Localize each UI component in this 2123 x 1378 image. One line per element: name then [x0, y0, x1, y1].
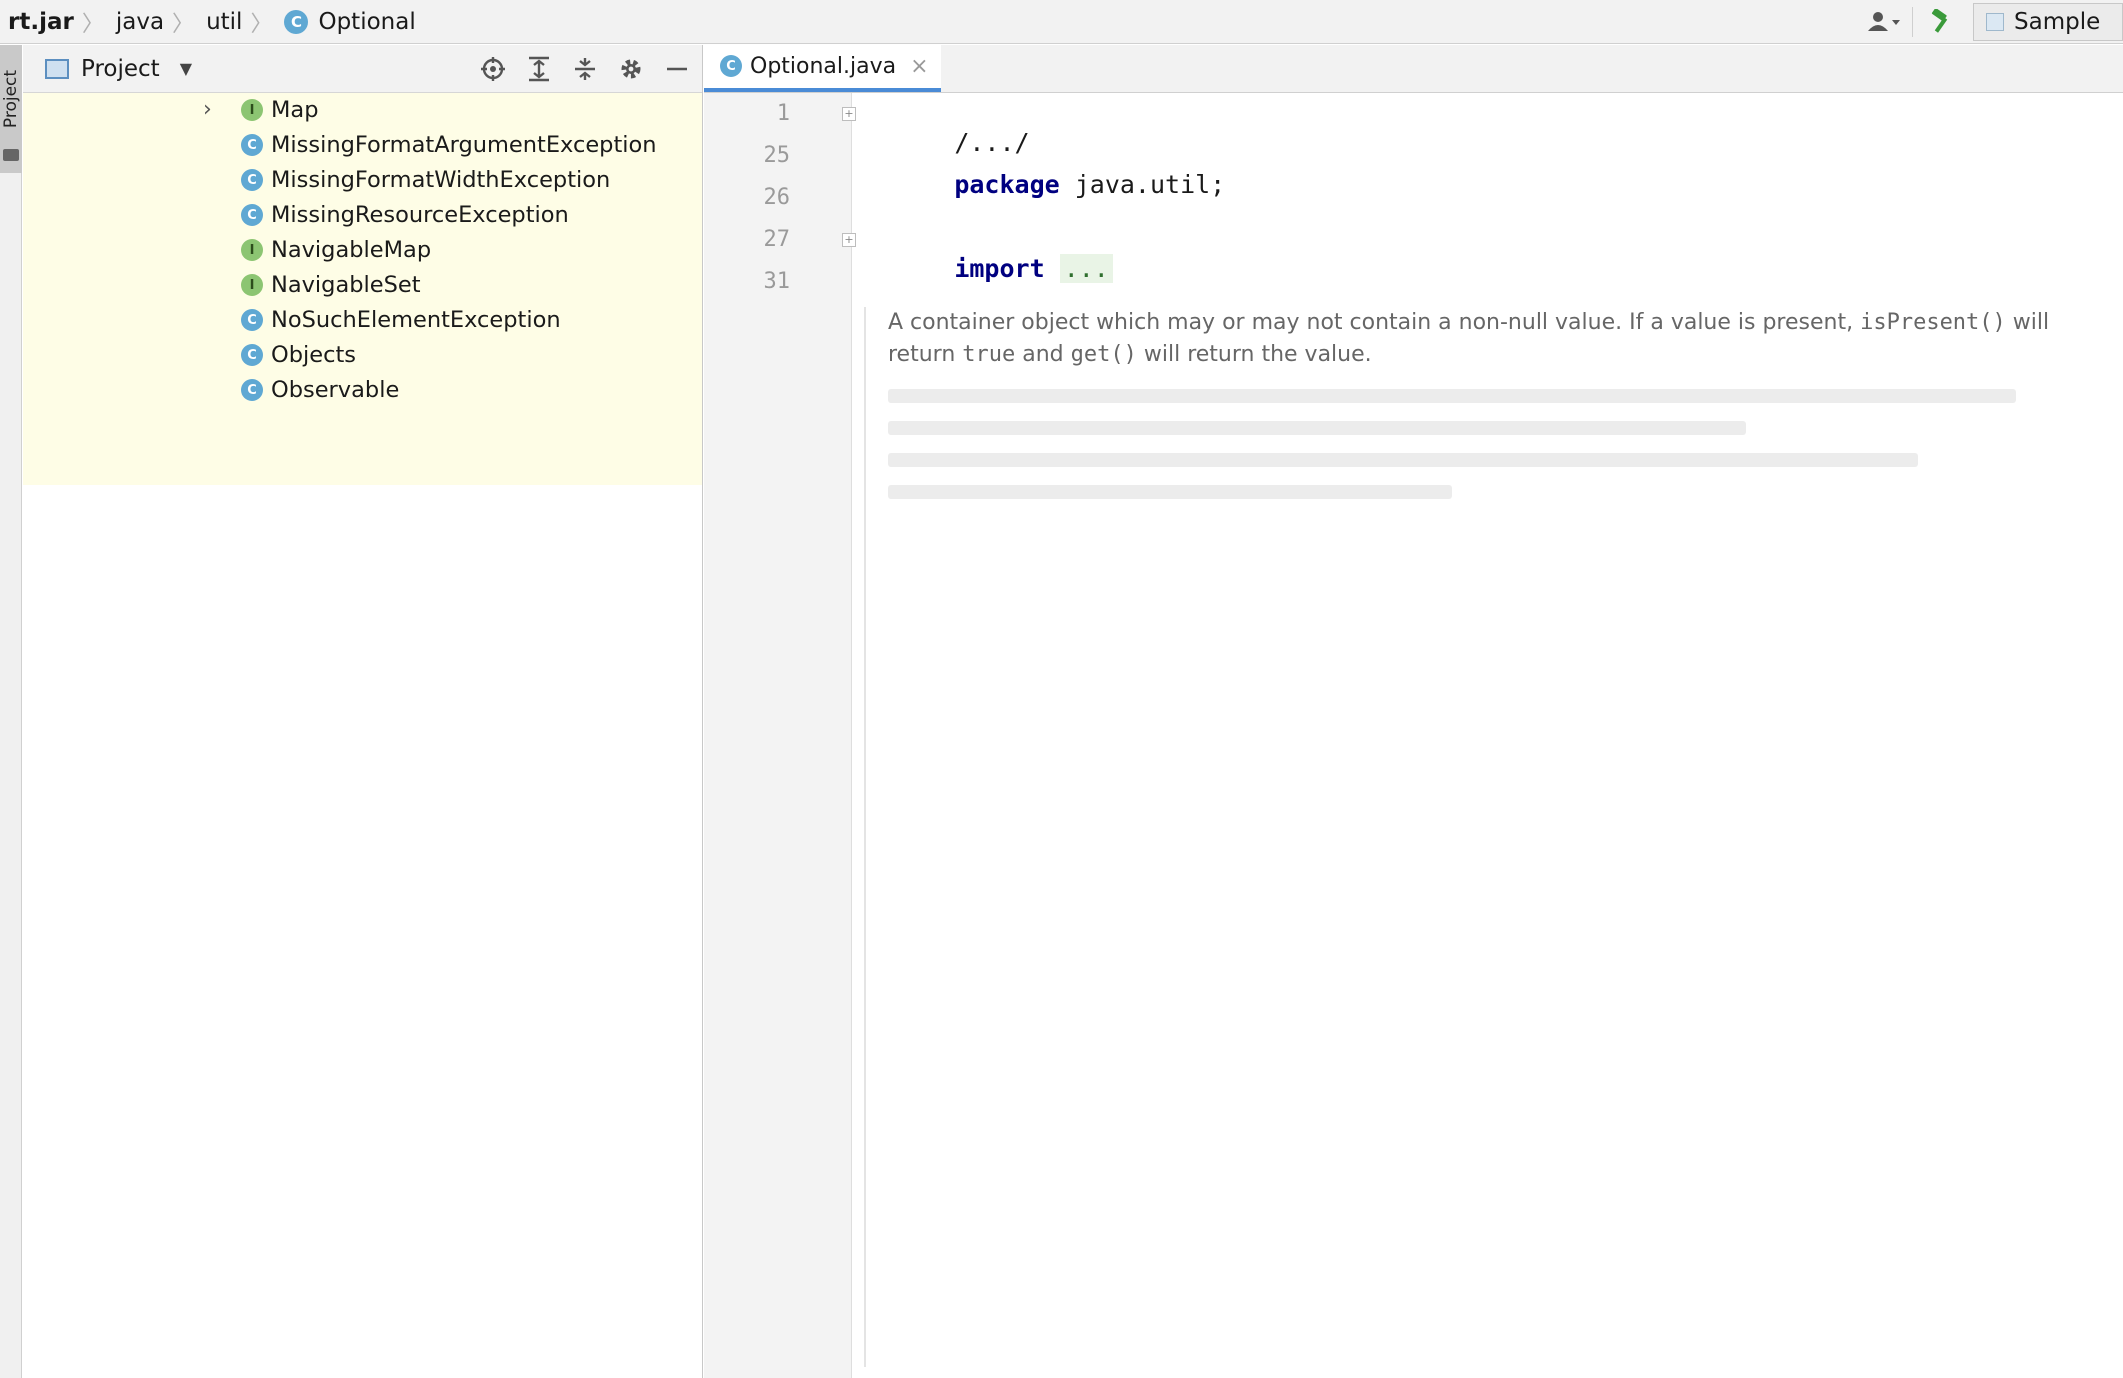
javadoc-code: true — [962, 342, 1016, 367]
illegible-line — [888, 421, 1747, 435]
collapse-all-icon[interactable] — [570, 54, 600, 84]
interface-icon: I — [241, 99, 263, 121]
javadoc-fragment: A container object which may or may not … — [888, 310, 1861, 335]
class-icon: C — [241, 204, 263, 226]
line-number: 1 — [776, 101, 790, 126]
line-number-gutter[interactable]: 1 25 26 27 31 + + — [704, 93, 856, 1378]
project-panel: Project ▼ › I Map C MissingFormatArgumen… — [23, 45, 703, 1378]
chevron-right-icon: 〉 — [172, 11, 195, 37]
javadoc-text: A container object which may or may not … — [888, 307, 2114, 371]
fold-toggle-icon[interactable]: + — [842, 233, 856, 247]
tree-item-label: MissingFormatWidthException — [271, 167, 611, 193]
javadoc-fragment: and — [1015, 342, 1071, 367]
tree-item[interactable]: C MissingFormatArgumentException — [23, 128, 702, 163]
line-number: 27 — [763, 227, 791, 252]
tree-item[interactable]: I NavigableMap — [23, 233, 702, 268]
interface-icon: I — [241, 239, 263, 261]
tree-item[interactable]: C NoSuchElementException — [23, 303, 702, 338]
breadcrumb-label: java — [115, 8, 165, 35]
project-stripe-label: Project — [1, 69, 21, 129]
class-icon: C — [241, 169, 263, 191]
tree-item-label: MissingFormatArgumentException — [271, 132, 657, 158]
class-icon: C — [241, 309, 263, 331]
line-number: 31 — [763, 269, 791, 294]
breadcrumb-label: Optional — [318, 8, 416, 35]
breadcrumb-label: util — [206, 8, 243, 35]
keyword: package — [954, 170, 1060, 199]
code-editor: C Optional.java × 1 25 26 27 31 + + /...… — [704, 45, 2123, 1378]
class-icon: C — [241, 134, 263, 156]
expand-all-icon[interactable] — [524, 54, 554, 84]
tree-item-label: Observable — [271, 377, 400, 403]
class-icon: C — [284, 9, 309, 34]
navigation-bar: rt.jar 〉 java 〉 util 〉 C Optional Sample — [0, 0, 2123, 44]
project-tree: › I Map C MissingFormatArgumentException… — [23, 93, 702, 485]
tree-item[interactable]: › I Map — [23, 93, 702, 128]
class-icon: C — [720, 55, 742, 77]
tree-item[interactable]: C MissingFormatWidthException — [23, 163, 702, 198]
chevron-right-icon: 〉 — [81, 11, 104, 37]
code-line: package java.util; — [864, 141, 1225, 228]
tab-optional-java[interactable]: C Optional.java × — [704, 45, 941, 92]
breadcrumb-item[interactable]: util 〉 — [202, 0, 280, 44]
gear-icon[interactable] — [616, 54, 646, 84]
chevron-right-icon[interactable]: › — [203, 97, 212, 122]
project-view-icon — [45, 58, 69, 79]
hammer-icon[interactable] — [1921, 0, 1961, 44]
line-number: 25 — [763, 143, 791, 168]
javadoc-fragment: will return the value. — [1136, 342, 1372, 367]
tree-item-label: NavigableSet — [271, 272, 421, 298]
folder-icon — [3, 149, 19, 161]
chevron-right-icon: 〉 — [250, 11, 273, 37]
class-icon: C — [241, 379, 263, 401]
minimize-icon[interactable] — [662, 54, 692, 84]
illegible-line — [888, 389, 2016, 403]
javadoc-code: isPresent() — [1860, 310, 2006, 335]
editor-tab-bar: C Optional.java × — [704, 45, 2123, 93]
fold-toggle-icon[interactable]: + — [842, 107, 856, 121]
tab-label: Optional.java — [750, 53, 897, 79]
project-tool-window-button[interactable]: Project — [0, 45, 22, 173]
tree-item-label: MissingResourceException — [271, 202, 569, 228]
class-icon: C — [241, 344, 263, 366]
illegible-line — [888, 453, 1918, 467]
tree-item[interactable]: C Observable — [23, 373, 702, 408]
tree-item-label: Map — [271, 97, 319, 123]
breadcrumb-item[interactable]: C Optional — [280, 0, 419, 44]
tree-item[interactable]: C MissingResourceException — [23, 198, 702, 233]
folded-imports[interactable]: ... — [1059, 254, 1113, 283]
tree-item[interactable]: C Objects — [23, 338, 702, 373]
locate-icon[interactable] — [478, 54, 508, 84]
javadoc-code: get() — [1070, 342, 1137, 367]
toolbar-right: Sample — [1864, 0, 2123, 44]
project-panel-title[interactable]: Project — [81, 56, 160, 82]
user-icon[interactable] — [1864, 0, 1904, 44]
rendered-javadoc: A container object which may or may not … — [864, 307, 2114, 1367]
line-number: 26 — [763, 185, 791, 210]
breadcrumb-label: rt.jar — [8, 8, 74, 35]
tree-item-label: Objects — [271, 342, 357, 368]
breadcrumb-item[interactable]: rt.jar 〉 — [0, 0, 112, 44]
tree-item[interactable]: I NavigableSet — [23, 268, 702, 303]
tree-item-label: NoSuchElementException — [271, 307, 561, 333]
toolbar-separator — [1912, 7, 1913, 37]
close-icon[interactable]: × — [910, 54, 928, 79]
project-panel-header: Project ▼ — [23, 45, 702, 93]
interface-icon: I — [241, 274, 263, 296]
illegible-line — [888, 485, 1452, 499]
chevron-down-icon[interactable]: ▼ — [180, 59, 192, 78]
code-line: import ... — [864, 225, 1113, 312]
keyword: import — [954, 254, 1045, 283]
breadcrumb-item[interactable]: java 〉 — [112, 0, 202, 44]
run-configuration-dropdown[interactable]: Sample — [1973, 3, 2123, 41]
run-configuration-label: Sample — [2014, 9, 2101, 35]
application-icon — [1986, 13, 2004, 31]
panel-tools — [478, 45, 692, 93]
left-tool-stripe: Project — [0, 45, 22, 1378]
code-text: java.util; — [1059, 170, 1226, 199]
tree-item-label: NavigableMap — [271, 237, 432, 263]
